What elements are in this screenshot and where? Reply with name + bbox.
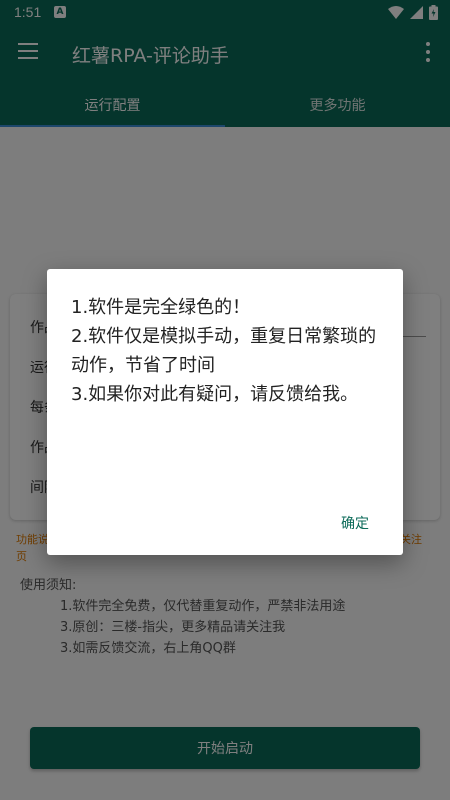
ok-button[interactable]: 确定 [341, 513, 369, 533]
dialog-message: 1.软件是完全绿色的！ 2.软件仅是模拟手动，重复日常繁琐的动作，节省了时间 3… [71, 293, 381, 409]
dialog-line: 1.软件是完全绿色的！ [71, 297, 251, 318]
dialog-line: 3.如果你对此有疑问，请反馈给我。 [71, 384, 359, 405]
info-dialog: 1.软件是完全绿色的！ 2.软件仅是模拟手动，重复日常繁琐的动作，节省了时间 3… [47, 269, 403, 555]
dialog-line: 2.软件仅是模拟手动，重复日常繁琐的动作，节省了时间 [71, 326, 377, 376]
